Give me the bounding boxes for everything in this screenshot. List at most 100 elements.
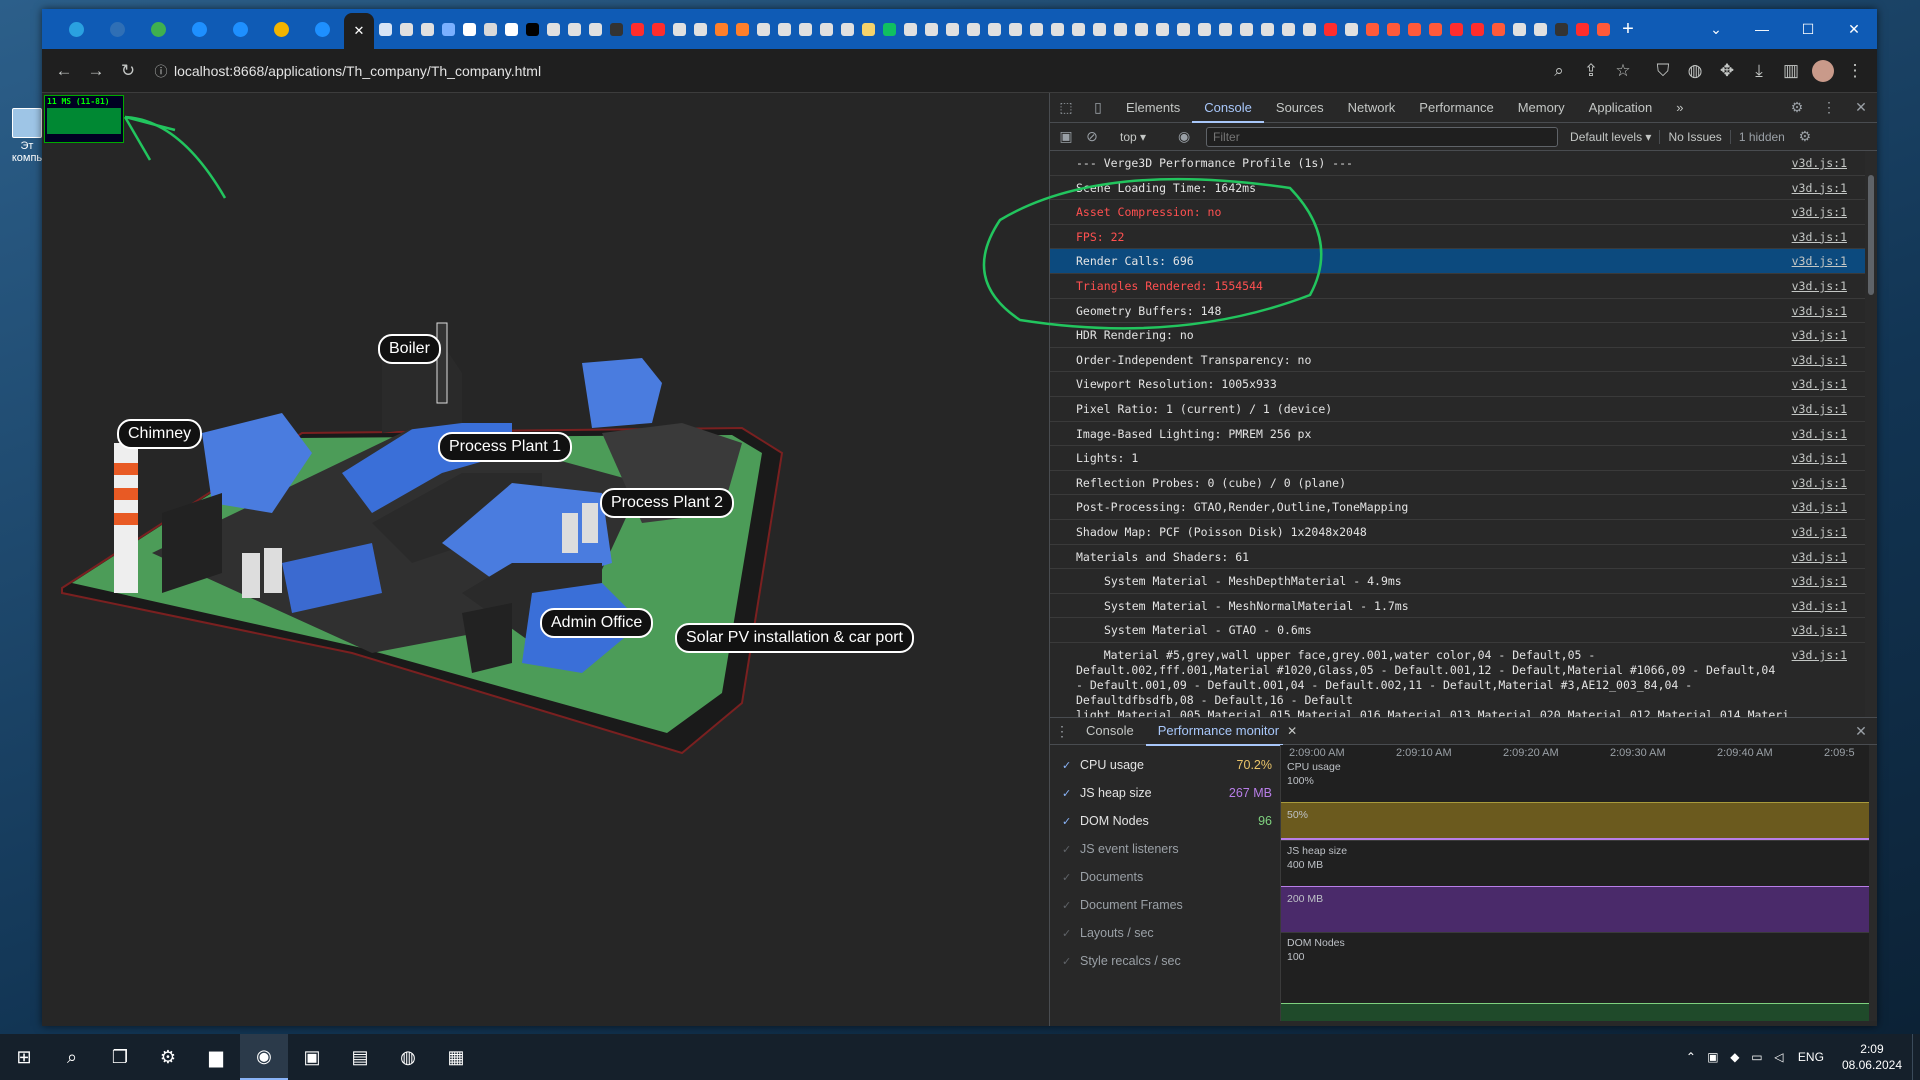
clock[interactable]: 2:09 08.06.2024 — [1832, 1041, 1912, 1073]
start-icon[interactable]: ⊞ — [0, 1034, 48, 1080]
console-message[interactable]: Order-Independent Transparency: no v3d.js… — [1050, 348, 1877, 373]
metric-toggle[interactable]: ✓ CPU usage 70.2% — [1050, 751, 1280, 779]
zoom-icon[interactable]: ⌕ — [1543, 55, 1575, 87]
browser-tab[interactable] — [1048, 20, 1067, 39]
browser-tab[interactable] — [880, 20, 899, 39]
source-link[interactable]: v3d.js:1 — [1792, 500, 1847, 515]
browser-tab[interactable] — [418, 20, 437, 39]
close-devtools-icon[interactable]: ✕ — [1845, 99, 1877, 116]
source-link[interactable]: v3d.js:1 — [1792, 550, 1847, 565]
source-link[interactable]: v3d.js:1 — [1792, 451, 1847, 466]
browser-tab[interactable] — [1489, 20, 1508, 39]
task-view-icon[interactable]: ❐ — [96, 1034, 144, 1080]
tab-active[interactable]: ✕ — [344, 13, 374, 49]
reload-icon[interactable]: ↻ — [112, 55, 144, 87]
device-toolbar-icon[interactable]: ▯ — [1082, 99, 1114, 116]
label-boiler[interactable]: Boiler — [378, 334, 441, 364]
metric-toggle[interactable]: ✓ Layouts / sec — [1050, 919, 1280, 947]
devtools-tab-sources[interactable]: Sources — [1264, 93, 1336, 123]
browser-icon[interactable]: ◉ — [240, 1034, 288, 1080]
source-link[interactable]: v3d.js:1 — [1792, 328, 1847, 343]
browser-tab[interactable] — [817, 20, 836, 39]
source-link[interactable]: v3d.js:1 — [1792, 353, 1847, 368]
console-message[interactable]: System Material - GTAO - 0.6ms v3d.js:1 — [1050, 618, 1877, 643]
tray-app-icon[interactable]: ▣ — [1702, 1034, 1724, 1080]
browser-tab[interactable] — [1342, 20, 1361, 39]
browser-tab[interactable] — [1363, 20, 1382, 39]
metric-toggle[interactable]: ✓ Documents — [1050, 863, 1280, 891]
browser-tab[interactable] — [1027, 20, 1046, 39]
browser-tab[interactable] — [502, 20, 521, 39]
console-message[interactable]: Shadow Map: PCF (Poisson Disk) 1x2048x20… — [1050, 520, 1877, 545]
browser-tab[interactable] — [922, 20, 941, 39]
browser-tab[interactable] — [1111, 20, 1130, 39]
save-icon[interactable]: ▣ — [288, 1034, 336, 1080]
source-link[interactable]: v3d.js:1 — [1792, 254, 1847, 269]
browser-tab[interactable] — [754, 20, 773, 39]
browser-tab[interactable] — [460, 20, 479, 39]
source-link[interactable]: v3d.js:1 — [1792, 304, 1847, 319]
pinned-tab[interactable] — [98, 20, 137, 39]
console-message[interactable]: FPS: 22 v3d.js:1 — [1050, 225, 1877, 250]
console-message[interactable]: --- Verge3D Performance Profile (1s) ---… — [1050, 151, 1877, 176]
browser-tab[interactable] — [1468, 20, 1487, 39]
log-levels-dropdown[interactable]: Default levels ▾ — [1562, 130, 1659, 144]
extensions-puzzle-icon[interactable]: ✥ — [1711, 55, 1743, 87]
address-bar[interactable]: ⓘ localhost:8668/applications/Th_company… — [148, 55, 1543, 87]
metric-toggle[interactable]: ✓ JS heap size 267 MB — [1050, 779, 1280, 807]
devtools-tab-network[interactable]: Network — [1336, 93, 1408, 123]
more-tabs-icon[interactable]: » — [1664, 93, 1695, 123]
browser-tab[interactable] — [544, 20, 563, 39]
side-panel-icon[interactable]: ▥ — [1775, 55, 1807, 87]
source-link[interactable]: v3d.js:1 — [1792, 525, 1847, 540]
browser-tab[interactable] — [1573, 20, 1592, 39]
source-link[interactable]: v3d.js:1 — [1792, 476, 1847, 491]
browser-tab[interactable] — [1006, 20, 1025, 39]
language-indicator[interactable]: ENG — [1790, 1050, 1832, 1064]
browser-tab[interactable] — [1132, 20, 1151, 39]
browser-tab[interactable] — [439, 20, 458, 39]
forward-icon[interactable]: → — [80, 55, 112, 87]
source-link[interactable]: v3d.js:1 — [1792, 599, 1847, 614]
share-icon[interactable]: ⇪ — [1575, 55, 1607, 87]
pinned-tab[interactable] — [262, 20, 301, 39]
metric-toggle[interactable]: ✓ JS event listeners — [1050, 835, 1280, 863]
console-settings-icon[interactable]: ⚙ — [1793, 128, 1817, 145]
metric-toggle[interactable]: ✓ Document Frames — [1050, 891, 1280, 919]
browser-tab[interactable] — [1090, 20, 1109, 39]
download-icon[interactable]: ⤓ — [1743, 55, 1775, 87]
console-scrollbar[interactable] — [1865, 151, 1877, 717]
extension-shield-icon[interactable]: ⛉ — [1647, 55, 1679, 87]
source-link[interactable]: v3d.js:1 — [1792, 648, 1847, 663]
browser-tab[interactable] — [1153, 20, 1172, 39]
browser-tab[interactable] — [1552, 20, 1571, 39]
browser-tab[interactable] — [964, 20, 983, 39]
tab-search-icon[interactable]: ⌄ — [1693, 9, 1739, 49]
console-message[interactable]: Geometry Buffers: 148 v3d.js:1 — [1050, 299, 1877, 324]
console-message[interactable]: System Material - MeshDepthMaterial - 4.… — [1050, 569, 1877, 594]
devtools-tab-elements[interactable]: Elements — [1114, 93, 1192, 123]
issues-button[interactable]: No Issues — [1659, 129, 1729, 144]
source-link[interactable]: v3d.js:1 — [1792, 181, 1847, 196]
close-drawer-icon[interactable]: ✕ — [1845, 723, 1877, 740]
show-desktop-button[interactable] — [1912, 1034, 1920, 1080]
devtools-tab-memory[interactable]: Memory — [1506, 93, 1577, 123]
metric-toggle[interactable]: ✓ DOM Nodes 96 — [1050, 807, 1280, 835]
browser-tab[interactable] — [985, 20, 1004, 39]
browser-tab[interactable] — [565, 20, 584, 39]
console-message[interactable]: Material #5,grey,wall upper face,grey.00… — [1050, 643, 1877, 717]
settings-icon[interactable]: ⚙ — [144, 1034, 192, 1080]
source-link[interactable]: v3d.js:1 — [1792, 205, 1847, 220]
console-message[interactable]: HDR Rendering: no v3d.js:1 — [1050, 323, 1877, 348]
browser-tab[interactable] — [859, 20, 878, 39]
pinned-tab[interactable] — [57, 20, 96, 39]
network-icon[interactable]: ▭ — [1746, 1034, 1768, 1080]
browser-tab[interactable] — [670, 20, 689, 39]
source-link[interactable]: v3d.js:1 — [1792, 377, 1847, 392]
console-filter-input[interactable] — [1206, 126, 1559, 147]
browser-tab[interactable] — [943, 20, 962, 39]
console-message[interactable]: Post-Processing: GTAO,Render,Outline,Ton… — [1050, 495, 1877, 520]
source-link[interactable]: v3d.js:1 — [1792, 427, 1847, 442]
devtools-tab-console[interactable]: Console — [1192, 93, 1264, 123]
minimize-button[interactable]: — — [1739, 9, 1785, 49]
